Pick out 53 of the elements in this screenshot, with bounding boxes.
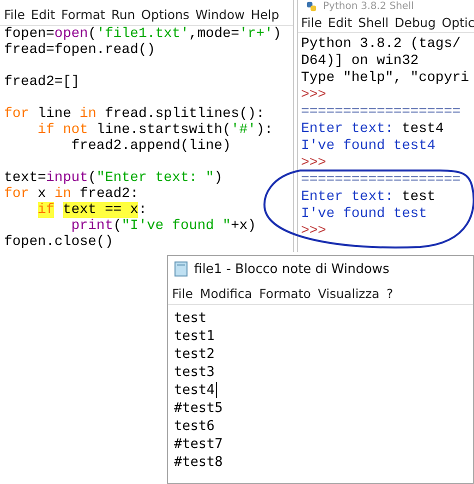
menu-item[interactable]: File (172, 286, 193, 301)
shell-line: Enter text: test4 (301, 121, 444, 138)
shell-line: D64)] on win32 (301, 53, 419, 70)
shell-line: >>> (301, 87, 326, 104)
code-line: for x in fread2: (4, 186, 138, 202)
shell-line: Type "help", "copyri (301, 70, 470, 87)
shell-line: >>> (301, 155, 326, 172)
text-cursor (216, 382, 217, 398)
code-line: if not line.startswith('#'): (36, 122, 273, 138)
window-title: file1 - Blocco note di Windows (194, 262, 390, 276)
code-line: for line in fread.splitlines(): (4, 105, 264, 122)
code-line: fread=fopen.read() (4, 42, 156, 58)
shell-line: =================== (301, 172, 461, 189)
menu-item[interactable]: Optic (442, 15, 474, 30)
menu-item[interactable]: Run (111, 7, 136, 22)
text-line: #test5 (174, 399, 223, 417)
notepad-icon (174, 261, 188, 277)
menu-item[interactable]: Edit (30, 7, 56, 22)
text-line: test6 (174, 417, 215, 435)
menu-item[interactable]: Edit (328, 15, 352, 30)
text-line: test1 (174, 327, 215, 345)
shell-line: Enter text: test (301, 189, 436, 206)
menu-item[interactable]: File (301, 15, 322, 30)
menu-item[interactable]: Formato (259, 286, 311, 301)
menu-item[interactable]: Help (250, 7, 280, 22)
text-line: test4 (174, 381, 215, 399)
code-line: print("I've found "+x) (70, 218, 256, 234)
menu-item[interactable]: Visualizza (318, 286, 380, 301)
text-line: #test8 (174, 453, 223, 471)
shell-line: I've found test4 (301, 138, 436, 155)
window-title: Python 3.8.2 Shell (323, 1, 414, 12)
menu-item[interactable]: Debug (394, 15, 436, 30)
code-line: fread2=[] (4, 73, 80, 90)
shell-line: I've found test (301, 206, 428, 223)
code-line: fread2.append(line) (70, 138, 231, 154)
shell-line: =================== (301, 104, 461, 121)
text-line: test2 (174, 345, 215, 363)
python-icon (306, 1, 317, 12)
code-line: fopen=open('file1.txt',mode='r+') (4, 26, 282, 42)
menu-item[interactable]: Options (141, 7, 190, 22)
menu-item[interactable]: File (4, 7, 25, 22)
text-line: test3 (174, 363, 215, 381)
code-line: text=input("Enter text: ") (4, 169, 222, 186)
text-line: #test7 (174, 435, 223, 453)
shell-line: Python 3.8.2 (tags/ (301, 36, 461, 53)
code-line: fopen.close() (4, 234, 114, 250)
shell-line: >>> (301, 223, 326, 240)
menu-item[interactable]: Shell (358, 15, 389, 30)
menu-item[interactable]: ? (386, 286, 394, 301)
menu-item[interactable]: Window (195, 7, 245, 22)
text-line: test (174, 309, 207, 327)
menu-item[interactable]: Modifica (200, 286, 252, 301)
menu-item[interactable]: Format (61, 7, 106, 22)
